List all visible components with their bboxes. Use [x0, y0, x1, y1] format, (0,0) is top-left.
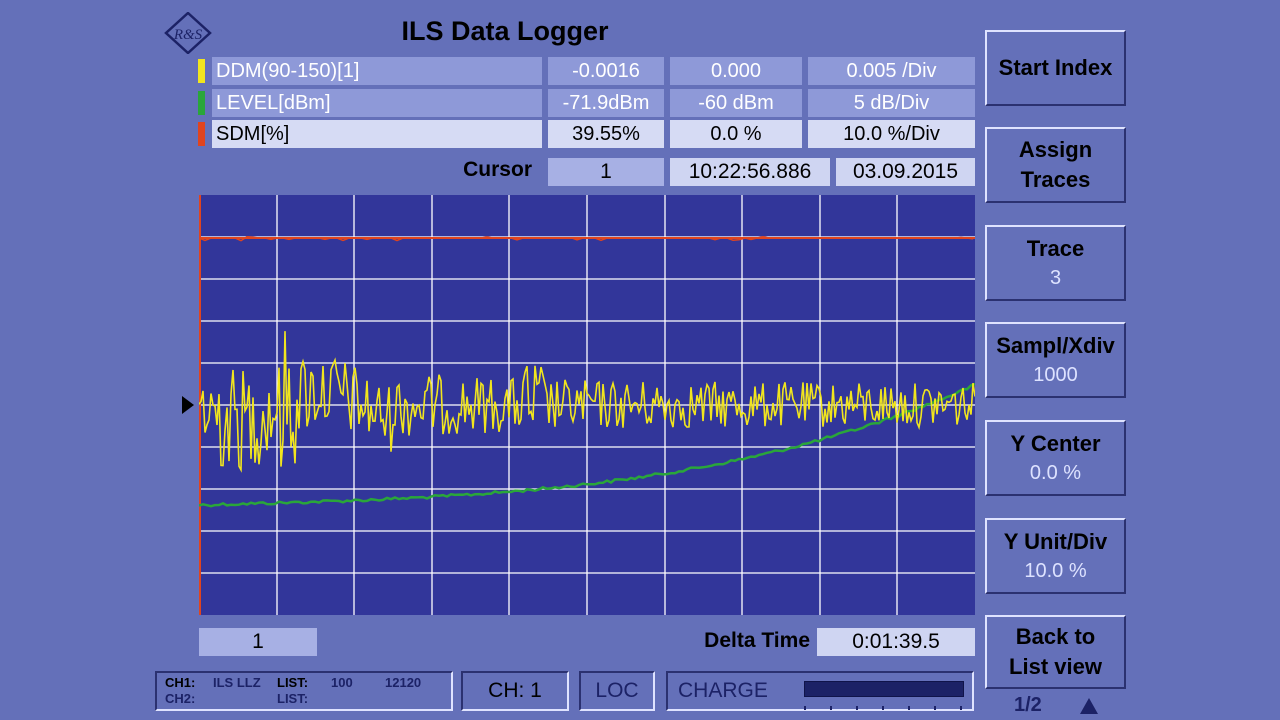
- trace-value: 39.55%: [548, 120, 664, 148]
- y-center-button[interactable]: Y Center 0.0 %: [985, 420, 1126, 496]
- loc-indicator: LOC: [579, 671, 655, 711]
- trace-value: -71.9dBm: [548, 89, 664, 117]
- y-unit-div-button[interactable]: Y Unit/Div 10.0 %: [985, 518, 1126, 594]
- softkey-label: Start Index: [998, 55, 1113, 80]
- assign-traces-button[interactable]: Assign Traces: [985, 127, 1126, 203]
- ch1-value: ILS LLZ: [213, 675, 261, 690]
- cursor-label: Cursor: [463, 158, 532, 181]
- ch2-label: CH2:: [165, 691, 196, 706]
- trace-row-level[interactable]: LEVEL[dBm] -71.9dBm -60 dBm 5 dB/Div: [198, 89, 975, 117]
- trace-plot[interactable]: [199, 195, 975, 615]
- softkey-value: 1000: [1033, 364, 1078, 386]
- charge-bar: [804, 681, 964, 697]
- position-indicator: 1: [199, 628, 317, 656]
- softkey-label: Assign Traces: [1018, 137, 1093, 192]
- cursor-index: 1: [548, 158, 664, 186]
- trace-name: SDM[%]: [212, 120, 542, 148]
- channel-select[interactable]: CH: 1: [461, 671, 569, 711]
- trace-value: -0.0016: [548, 57, 664, 85]
- softkey-label: Y Unit/Div: [1003, 529, 1108, 554]
- softkey-label: Back to List view: [1009, 624, 1102, 679]
- trace-color-swatch: [198, 91, 205, 115]
- page-indicator: 1/2: [1014, 694, 1042, 716]
- ch1-list-value: 100: [331, 675, 353, 690]
- softkey-value: 0.0 %: [1029, 462, 1082, 484]
- trace-center: -60 dBm: [670, 89, 802, 117]
- delta-time-label: Delta Time: [704, 629, 810, 652]
- ch2-list-label: LIST:: [277, 691, 309, 706]
- trace-row-sdm[interactable]: SDM[%] 39.55% 0.0 % 10.0 %/Div: [198, 120, 975, 148]
- sampl-xdiv-button[interactable]: Sampl/Xdiv 1000: [985, 322, 1126, 398]
- channel-info-panel: CH1: ILS LLZ LIST: 100 12120 CH2: LIST:: [155, 671, 453, 711]
- logo-text: R&S: [173, 27, 203, 43]
- trace-scale: 0.005 /Div: [808, 57, 975, 85]
- trace-button[interactable]: Trace 3: [985, 225, 1126, 301]
- cursor-time: 10:22:56.886: [670, 158, 830, 186]
- trace-color-swatch: [198, 59, 205, 83]
- trace-name: LEVEL[dBm]: [212, 89, 542, 117]
- cursor-date: 03.09.2015: [836, 158, 975, 186]
- trace-scale: 10.0 %/Div: [808, 120, 975, 148]
- page-title: ILS Data Logger: [401, 16, 609, 46]
- rs-logo: R&S: [160, 11, 216, 55]
- ch1-list-label: LIST:: [277, 675, 309, 690]
- softkey-label: Sampl/Xdiv: [996, 333, 1115, 358]
- ch1-extra: 12120: [385, 675, 422, 690]
- trace-scale: 5 dB/Div: [808, 89, 975, 117]
- softkey-value: 10.0 %: [1024, 560, 1087, 582]
- back-to-list-view-button[interactable]: Back to List view: [985, 615, 1126, 689]
- charge-label: CHARGE: [678, 679, 768, 702]
- delta-time-value: 0:01:39.5: [817, 628, 975, 656]
- softkey-label: Y Center: [1010, 431, 1101, 456]
- trace-color-swatch: [198, 122, 205, 146]
- trace-center: 0.0 %: [670, 120, 802, 148]
- trace-name: DDM(90-150)[1]: [212, 57, 542, 85]
- softkey-value: 3: [1049, 267, 1062, 289]
- charge-ticks: [804, 697, 962, 710]
- trace-center: 0.000: [670, 57, 802, 85]
- trace-row-ddm[interactable]: DDM(90-150)[1] -0.0016 0.000 0.005 /Div: [198, 57, 975, 85]
- cursor-marker-icon: [182, 396, 194, 414]
- ch1-label: CH1:: [165, 675, 196, 690]
- charge-panel: CHARGE: [666, 671, 974, 711]
- softkey-label: Trace: [1026, 236, 1085, 261]
- start-index-button[interactable]: Start Index: [985, 30, 1126, 106]
- page-up-icon[interactable]: [1080, 698, 1098, 714]
